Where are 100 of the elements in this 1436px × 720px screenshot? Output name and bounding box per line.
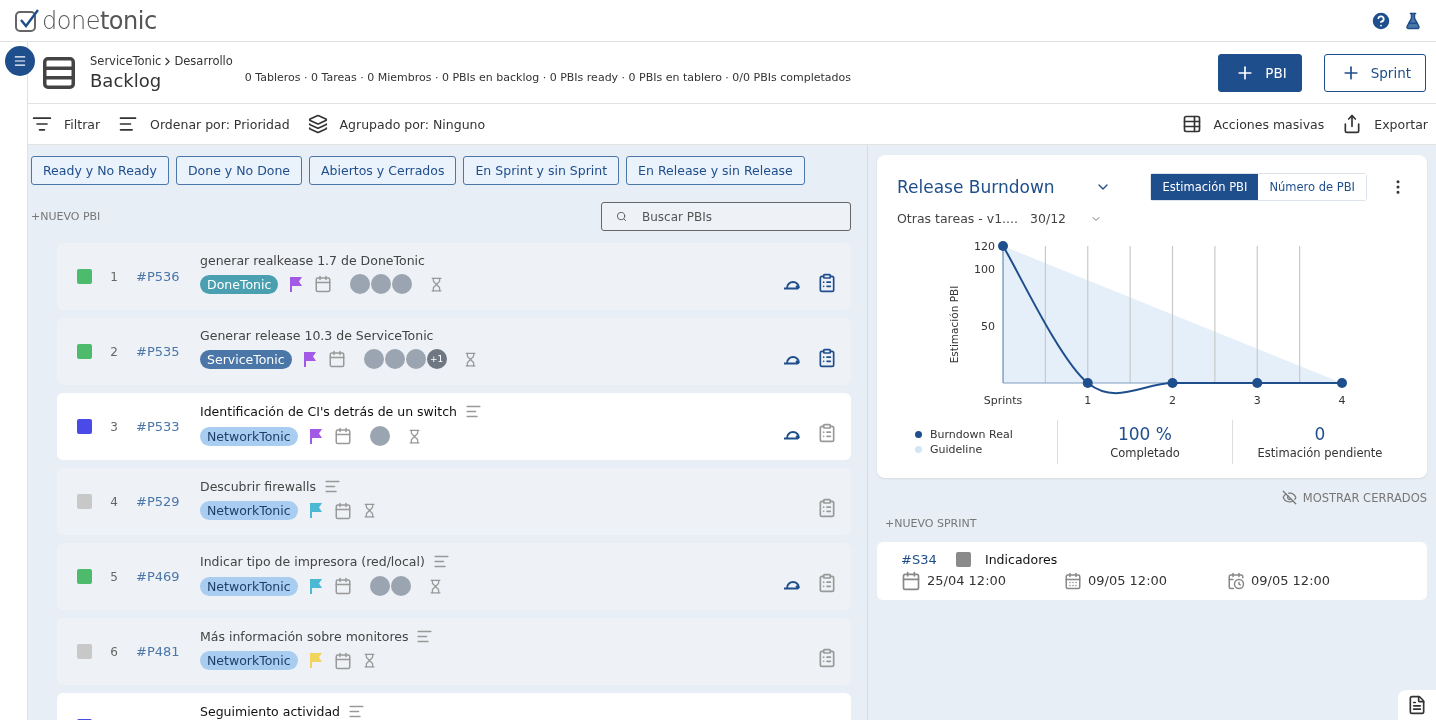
avatar[interactable] — [371, 274, 392, 294]
avatar[interactable] — [363, 349, 384, 369]
filter-button[interactable]: Abiertos y Cerrados — [309, 156, 457, 185]
share-icon[interactable] — [1342, 114, 1363, 134]
pbi-card[interactable]: 3 #P533 Identificación de CI's detrás de un switch NetworkTonic — [57, 393, 851, 460]
pbi-card[interactable]: 1 #P536 generar realkease 1.7 de DoneTonic DoneTonic — [57, 243, 851, 310]
calendar-icon[interactable] — [333, 577, 352, 595]
release-name[interactable]: Otras tareas - v1.... — [897, 211, 1018, 226]
pbi-number: 4 — [109, 495, 119, 509]
flag-icon[interactable] — [303, 351, 316, 367]
pbi-title: Generar release 10.3 de ServiceTonic — [200, 328, 434, 343]
filter-button[interactable]: En Sprint y sin Sprint — [463, 156, 620, 185]
filter-button[interactable]: En Release y sin Release — [626, 156, 805, 185]
project-tag: NetworkTonic — [200, 501, 298, 520]
pbi-card[interactable]: 4 #P529 Descubrir firewalls NetworkTonic — [57, 468, 851, 535]
calendar-icon[interactable] — [333, 651, 352, 670]
pbi-card[interactable]: 5 #P469 Indicar tipo de impresora (red/local) NetworkTonic — [57, 543, 851, 610]
menu-icon[interactable] — [13, 54, 27, 68]
avatar[interactable] — [350, 274, 371, 294]
pbi-number: 3 — [109, 420, 119, 434]
pbi-title: generar realkease 1.7 de DoneTonic — [200, 253, 425, 268]
flag-icon[interactable] — [309, 428, 322, 444]
toolbar-button[interactable]: Filtrar — [32, 114, 101, 134]
pbi-id[interactable]: #P529 — [136, 494, 192, 509]
layers-icon[interactable] — [307, 114, 328, 134]
document-icon[interactable] — [1407, 695, 1427, 715]
stat-value: 100 % — [1118, 424, 1172, 444]
clipboard-icon[interactable] — [817, 498, 837, 518]
sprint-end-date: 09/05 12:00 — [1088, 573, 1168, 588]
pbi-title: Seguimiento actividad — [200, 704, 341, 719]
help-icon[interactable] — [1370, 9, 1392, 32]
logo-wordmark: donetonic — [42, 6, 157, 35]
pbi-card[interactable]: Seguimiento actividad — [57, 693, 851, 720]
search-icon[interactable] — [616, 211, 627, 222]
menu-button[interactable] — [5, 46, 35, 76]
calendar-icon — [1227, 571, 1245, 590]
pbi-id[interactable]: #P535 — [136, 344, 192, 359]
clipboard-icon[interactable] — [817, 348, 837, 368]
add-sprint-button[interactable]: Sprint — [1323, 53, 1426, 92]
toolbar-button[interactable]: Exportar — [1342, 114, 1428, 134]
pbi-title: Indicar tipo de impresora (red/local) — [200, 554, 425, 569]
calendar-icon[interactable] — [327, 350, 346, 368]
pbi-id[interactable]: #P533 — [136, 419, 192, 434]
pbi-id[interactable]: #P469 — [136, 569, 192, 584]
legend-label: Burndown Real — [930, 428, 1013, 441]
pbi-number: 2 — [109, 345, 119, 359]
release-date: 30/12 — [1030, 211, 1067, 226]
clipboard-icon[interactable] — [817, 573, 837, 593]
flag-icon[interactable] — [290, 276, 303, 292]
flag-icon[interactable] — [309, 503, 322, 518]
calendar-icon[interactable] — [333, 427, 352, 445]
clipboard-icon[interactable] — [817, 648, 837, 668]
filter-icon[interactable] — [32, 114, 52, 134]
calendar-icon — [901, 570, 921, 591]
project-tag: NetworkTonic — [200, 651, 298, 670]
add-pbi-button[interactable]: PBI — [1218, 53, 1302, 92]
data-point — [998, 241, 1008, 251]
avatar[interactable] — [390, 576, 411, 596]
sort-icon[interactable] — [118, 114, 139, 134]
search-field[interactable]: Buscar PBIs — [601, 202, 851, 231]
toolbar-button[interactable]: Agrupado por: Ninguno — [307, 114, 486, 134]
sprint-card[interactable]: #S34 Indicadores 25/04 12:00 09/05 12:00 09/05 12:00 — [877, 542, 1427, 600]
document-button[interactable] — [1398, 690, 1436, 720]
filter-button[interactable]: Done y No Done — [175, 156, 303, 185]
pbi-id[interactable]: #P536 — [136, 269, 192, 284]
flask-icon[interactable] — [1404, 11, 1422, 30]
breadcrumb-link[interactable]: ServiceTonic — [90, 54, 162, 68]
sprint-name: Indicadores — [985, 551, 1058, 567]
avatar[interactable] — [405, 349, 426, 369]
avatar[interactable] — [384, 349, 405, 369]
toolbar-button[interactable]: Acciones masivas — [1181, 114, 1325, 134]
filter-button[interactable]: Ready y No Ready — [31, 156, 169, 185]
pbi-number: 5 — [109, 570, 119, 584]
eye-off-icon[interactable] — [1281, 490, 1297, 505]
new-sprint-link[interactable]: +NUEVO SPRINT — [885, 517, 977, 530]
clipboard-icon[interactable] — [817, 423, 837, 443]
pbi-card[interactable]: 6 #P481 Más información sobre monitores NetworkTonic — [57, 618, 851, 685]
mode-toggle[interactable]: Estimación PBI — [1151, 174, 1259, 200]
sprint-start-date: 25/04 12:00 — [927, 573, 1007, 588]
toolbar-button[interactable]: Ordenar por: Prioridad — [118, 114, 290, 134]
pbi-title: Identificación de CI's detrás de un switch — [200, 404, 457, 419]
pbi-card[interactable]: 2 #P535 Generar release 10.3 de ServiceTonic ServiceTonic +1 — [57, 318, 851, 385]
pbi-title: Descubrir firewalls — [200, 479, 317, 494]
list-icon[interactable] — [1181, 114, 1202, 134]
x-tick-label: 2 — [1169, 394, 1176, 407]
calendar-icon[interactable] — [333, 501, 352, 520]
flag-icon[interactable] — [309, 578, 322, 594]
breadcrumb-link[interactable]: Desarrollo — [174, 54, 233, 68]
show-closed-toggle[interactable]: MOSTRAR CERRADOS — [1281, 490, 1427, 505]
sprint-closing-date: 09/05 12:00 — [1251, 573, 1331, 588]
chart-title[interactable]: Release Burndown — [897, 177, 1055, 197]
avatar[interactable] — [392, 274, 413, 294]
data-point — [1167, 378, 1178, 388]
clipboard-icon[interactable] — [817, 273, 837, 293]
avatar[interactable] — [369, 576, 390, 596]
calendar-icon[interactable] — [314, 275, 333, 293]
pbi-id[interactable]: #P481 — [136, 644, 192, 659]
avatar[interactable] — [369, 426, 390, 446]
sprint-id[interactable]: #S34 — [901, 551, 956, 567]
new-pbi-link[interactable]: +NUEVO PBI — [31, 210, 101, 223]
